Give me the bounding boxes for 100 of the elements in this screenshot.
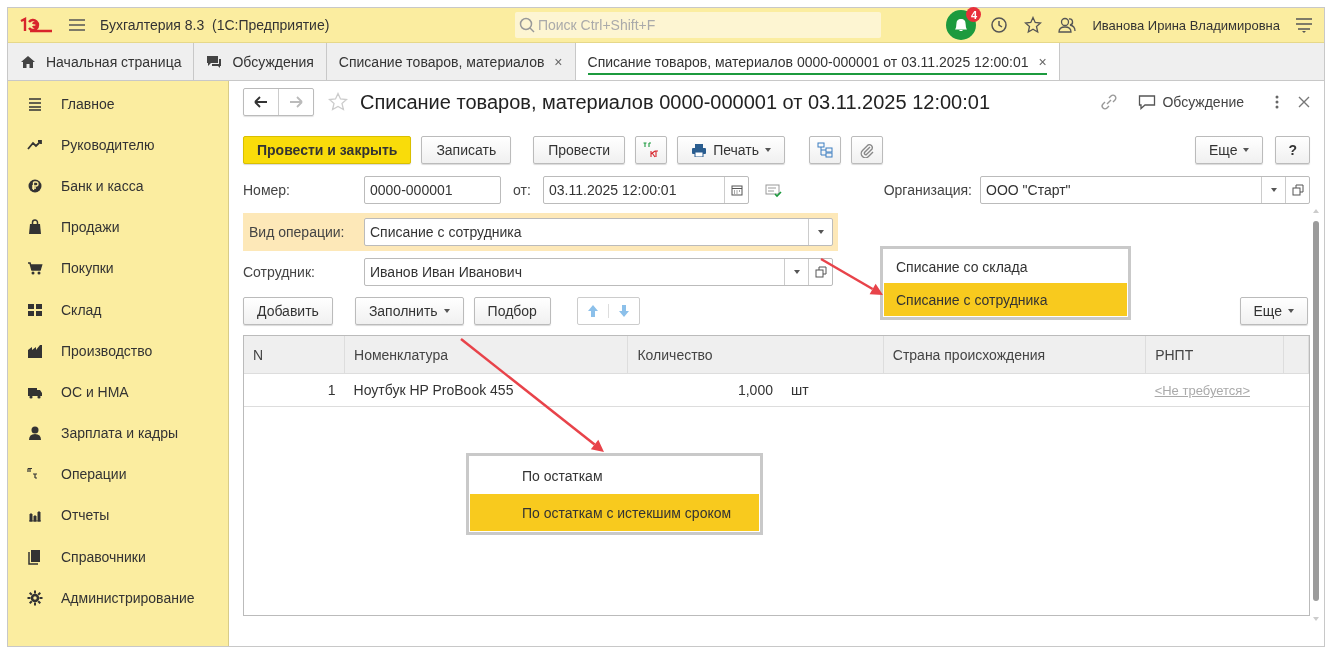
table-toolbar-button[interactable]: Заполнить (354, 297, 464, 325)
table-cell: 1 (244, 373, 345, 407)
arrow-up-icon (586, 304, 599, 318)
field-label: Сотрудник: (243, 264, 316, 280)
column-header[interactable]: Количество (627, 336, 884, 374)
help-button[interactable]: ? (1275, 136, 1310, 164)
arrow-down-icon (617, 304, 630, 318)
dropdown-icon[interactable] (1270, 188, 1277, 192)
date-field[interactable]: 03.11.2025 12:00:01 (543, 176, 749, 204)
column-header[interactable]: Номенклатура (344, 336, 628, 374)
dropdown-icon[interactable] (817, 230, 824, 234)
document-title: Списание товаров, материалов 0000-000001 от 03.11.2025 12:00:01 (360, 90, 990, 114)
attach-button[interactable] (851, 136, 883, 164)
field-label: Вид операции: (249, 224, 346, 240)
more-icon[interactable] (1274, 94, 1280, 110)
sidebar-item[interactable]: Склад (8, 288, 228, 331)
menu-icon (27, 95, 43, 112)
posted-icon (765, 182, 783, 198)
person-icon (27, 425, 43, 442)
menu-icon[interactable] (1294, 16, 1314, 34)
field-label: от: (513, 182, 532, 198)
post-close-button[interactable]: Провести и закрыть (243, 136, 412, 164)
search-field[interactable]: Поиск Ctrl+Shift+F (514, 12, 881, 38)
chat-icon (206, 53, 223, 70)
sidebar-item[interactable]: Главное (8, 83, 228, 125)
coin-icon (27, 177, 43, 194)
printer-icon (691, 143, 708, 157)
sidebar-item[interactable]: Банк и касса (8, 165, 228, 207)
1c-logo (18, 16, 54, 34)
sidebar-item[interactable]: Покупки (8, 247, 228, 289)
search-icon (518, 17, 535, 33)
menu-item[interactable]: Списание со склада (884, 250, 1127, 283)
structure-icon (817, 142, 833, 158)
notification-badge: 4 (966, 7, 982, 22)
operation-field[interactable]: Списание с сотрудника (364, 218, 833, 246)
menu-icon[interactable] (68, 18, 86, 32)
tab[interactable]: Списание товаров, материалов × (326, 43, 576, 80)
sidebar-item[interactable]: Администрирование (8, 577, 228, 619)
tab[interactable]: Начальная страница (8, 43, 195, 80)
sidebar-item[interactable]: Руководителю (8, 124, 228, 166)
app-title: Бухгалтерия 8.3 (1С:Предприятие) (100, 17, 330, 33)
grid-icon (27, 301, 43, 318)
more-button[interactable]: Еще (1239, 297, 1308, 325)
sidebar-item[interactable]: Продажи (8, 206, 228, 248)
menu-item[interactable]: По остаткам (470, 457, 759, 494)
dt-kt-button[interactable] (635, 136, 668, 164)
print-button[interactable]: Печать (677, 136, 785, 164)
structure-button[interactable] (809, 136, 841, 164)
close-icon[interactable] (1298, 96, 1310, 108)
arrow-left-icon (254, 96, 268, 108)
cart-icon (27, 260, 43, 277)
menu-item[interactable]: По остаткам с истекшим сроком (470, 494, 759, 531)
column-header[interactable]: Страна происхождения (883, 336, 1146, 374)
factory-icon (27, 342, 43, 359)
users-icon[interactable] (1058, 16, 1077, 34)
arrow-right-icon (289, 96, 303, 108)
bell-icon (953, 17, 970, 33)
close-icon[interactable]: × (1038, 53, 1047, 70)
tab[interactable]: Обсуждения (194, 43, 327, 80)
menu-item[interactable]: Списание с сотрудника (884, 283, 1127, 316)
table-toolbar-button[interactable]: Подбор (473, 297, 551, 325)
dt-kt-icon (643, 141, 660, 159)
column-header[interactable]: РНПТ (1145, 336, 1284, 374)
sidebar-item[interactable]: Отчеты (8, 494, 228, 537)
table-cell: Ноутбук HP ProBook 455 (344, 373, 628, 407)
gear-icon (27, 589, 43, 606)
bag-icon (27, 219, 43, 236)
field-label: Номер: (243, 182, 291, 198)
tab[interactable]: Списание товаров, материалов 0000-000001 от 03.11.2025 12:00:01 × (575, 43, 1060, 80)
table-cell-text: 1,000 (736, 382, 773, 398)
user-name[interactable]: Иванова Ирина Владимировна (1092, 17, 1280, 33)
toolbar-button[interactable]: Провести (533, 136, 626, 164)
books-icon (27, 548, 43, 565)
discussion-button[interactable]: Обсуждение (1138, 94, 1244, 110)
link-icon[interactable] (1100, 93, 1119, 111)
scrollbar[interactable] (1312, 209, 1320, 621)
star-icon[interactable] (1024, 16, 1043, 34)
sidebar-item[interactable]: ОС и НМА (8, 371, 228, 413)
open-icon[interactable] (1291, 184, 1304, 196)
more-button[interactable]: Еще (1194, 136, 1264, 164)
close-icon[interactable]: × (554, 53, 563, 70)
history-icon[interactable] (990, 16, 1009, 34)
chat-icon (1138, 94, 1157, 110)
toolbar-button[interactable]: Записать (421, 136, 512, 164)
open-icon[interactable] (814, 266, 827, 278)
sidebar-item[interactable]: Зарплата и кадры (8, 412, 228, 454)
number-field[interactable]: 0000-000001 (364, 176, 501, 204)
dropdown-icon[interactable] (793, 270, 800, 274)
calendar-icon[interactable] (730, 184, 743, 196)
table-cell: шт (790, 382, 809, 398)
sidebar-item[interactable]: Производство (8, 330, 228, 372)
sidebar-item[interactable]: Операции (8, 453, 228, 495)
sidebar-item[interactable]: Справочники (8, 536, 228, 578)
search-input[interactable]: Поиск Ctrl+Shift+F (537, 17, 858, 33)
paperclip-icon (859, 142, 875, 158)
field-label: Организация: (883, 182, 972, 198)
organization-field[interactable]: ООО "Старт" (980, 176, 1310, 204)
column-header[interactable]: N (244, 336, 345, 374)
employee-field[interactable]: Иванов Иван Иванович (364, 258, 833, 286)
table-toolbar-button[interactable]: Добавить (243, 297, 333, 325)
